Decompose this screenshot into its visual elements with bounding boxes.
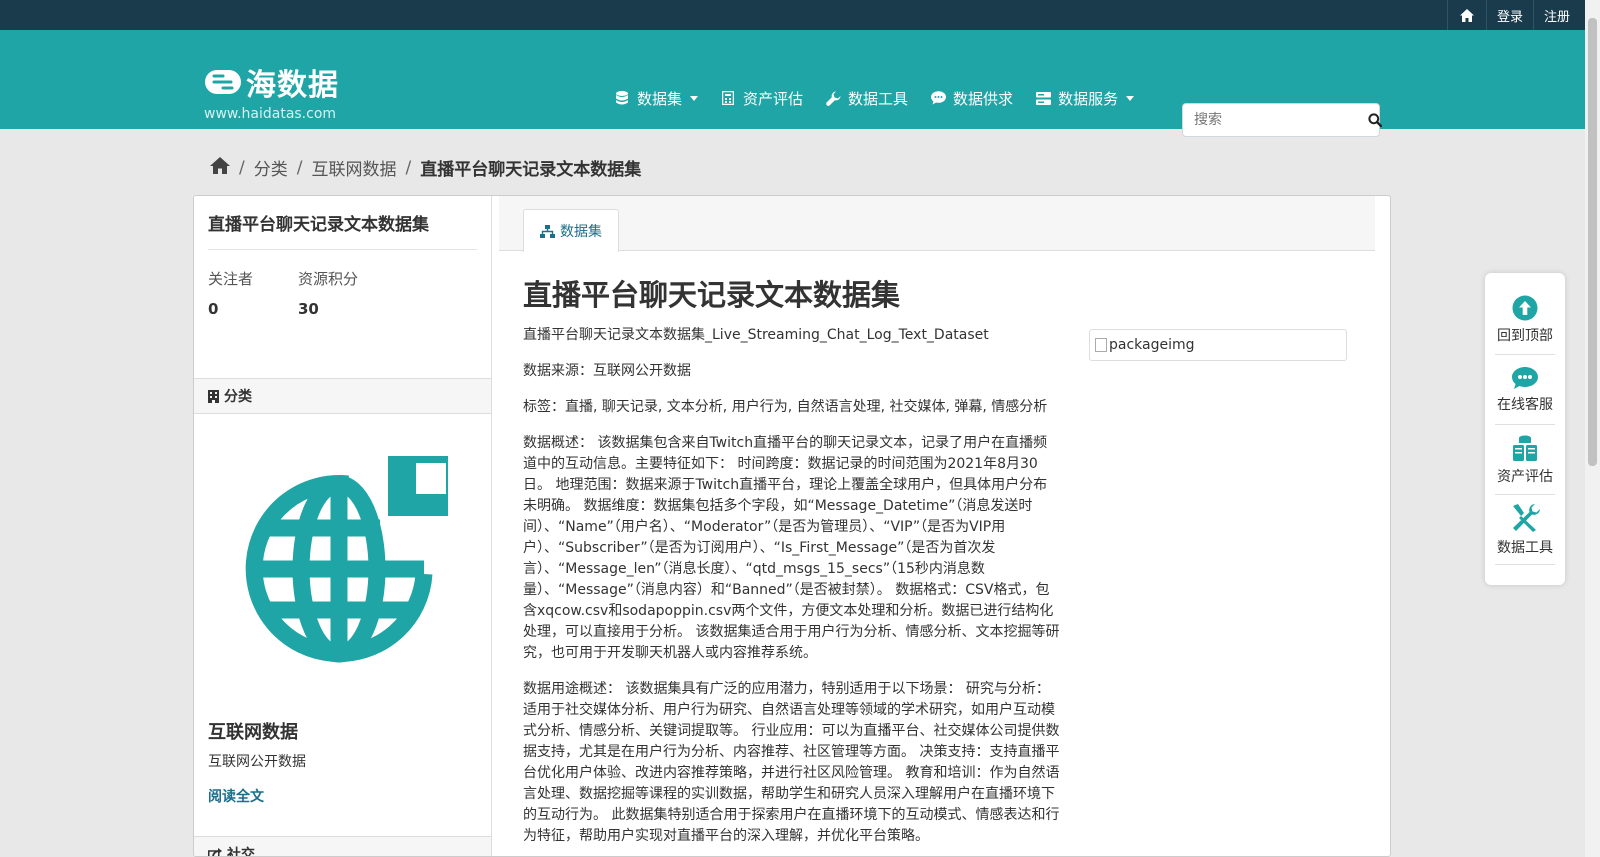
dataset-name-text: 直播平台聊天记录文本数据集_Live_Streaming_Chat_Log_Te… [523,327,989,343]
online-service-label: 在线客服 [1497,396,1553,413]
database-icon [614,90,630,106]
nav-data-services-label: 数据服务 [1058,89,1119,108]
nav-data-tools-label: 数据工具 [848,89,909,108]
category-name: 互联网数据 [208,722,298,743]
search-input[interactable] [1183,105,1368,135]
server-icon [1035,90,1051,106]
dataset-stats: 关注者 0 资源积分 30 [208,250,477,378]
home-link[interactable] [1446,0,1486,30]
logo-text: 海数据 [246,68,339,103]
search-button[interactable] [1368,104,1382,136]
tags-text: 标签：直播, 聊天记录, 文本分析, 用户行为, 自然语言处理, 社交媒体, 弹… [523,399,1048,415]
breadcrumb-internet-data[interactable]: 互联网数据 [311,155,396,180]
tab-bar: 数据集 [499,196,1375,252]
breadcrumb-home[interactable] [210,156,230,179]
broken-image-icon [1095,338,1107,352]
tools-icon [1513,503,1540,532]
arrow-up-circle-icon [1512,295,1538,320]
globe-icon [245,456,452,663]
register-link[interactable]: 注册 [1532,0,1580,30]
category-heading: 分类 [194,378,491,414]
followers-label: 关注者 [208,270,254,288]
account-bar: 登录 注册 [0,0,1600,30]
content-area: 数据集 直播平台聊天记录文本数据集 直播平台聊天记录文本数据集_Live_Str… [499,196,1375,856]
breadcrumb: / 分类 / 互联网数据 / 直播平台聊天记录文本数据集 [210,155,641,180]
masthead: 海数据 www.haidatas.com 数据集 资产评估 数据工具 数据供求 … [0,30,1600,137]
package-image: packageimg [1089,329,1347,361]
dataset-description: 直播平台聊天记录文本数据集_Live_Streaming_Chat_Log_Te… [523,325,1061,856]
nav-data-services[interactable]: 数据服务 [1035,88,1135,109]
followers-stat: 关注者 0 [208,268,298,378]
scrollbar-thumb[interactable] [1588,18,1597,466]
nav-data-supply-demand[interactable]: 数据供求 [930,88,1013,109]
usage-text: 数据用途概述： 该数据集具有广泛的应用潜力，特别适用于以下场景： 研究与分析：适… [523,681,1060,844]
overview-text: 数据概述： 该数据集包含来自Twitch直播平台的聊天记录文本，记录了用户在直播… [523,435,1060,661]
nav-datasets-label: 数据集 [637,89,683,108]
home-icon [1459,8,1474,22]
asset-evaluation-button[interactable]: 资产评估 [1495,425,1555,495]
breadcrumb-separator: / [239,157,245,178]
social-heading: 社交 [194,836,491,857]
nav-data-supply-demand-label: 数据供求 [953,89,1014,108]
data-source-text: 数据来源：互联网公开数据 [523,363,691,379]
chevron-down-icon [1126,95,1135,101]
category-heading-label: 分类 [224,389,252,405]
category-panel: 互联网数据 互联网公开数据 阅读全文 [194,414,491,836]
back-to-top-button[interactable]: 回到顶部 [1495,285,1555,355]
share-icon [208,847,222,856]
floating-toolbar: 回到顶部 在线客服 资产评估 数据工具 [1485,273,1565,585]
chevron-down-icon [690,95,699,101]
home-icon [210,156,230,174]
breadcrumb-separator: / [296,157,303,178]
search-icon [1368,113,1382,127]
sitemap-icon [540,224,555,238]
read-more-link[interactable]: 阅读全文 [208,786,264,806]
breadcrumb-separator: / [405,157,412,178]
data-tools-button[interactable]: 数据工具 [1495,495,1555,565]
search-box [1182,103,1382,137]
social-heading-label: 社交 [227,847,255,857]
nav-asset-evaluation[interactable]: 资产评估 [720,88,803,109]
sidebar: 直播平台聊天记录文本数据集 关注者 0 资源积分 30 分类 互联网数据 互联网… [194,196,492,856]
main-nav: 数据集 资产评估 数据工具 数据供求 数据服务 [614,78,1156,118]
online-service-button[interactable]: 在线客服 [1495,355,1555,425]
nav-data-tools[interactable]: 数据工具 [825,88,908,109]
nav-datasets[interactable]: 数据集 [614,88,699,109]
tab-dataset-label: 数据集 [560,224,602,240]
back-to-top-label: 回到顶部 [1497,327,1553,344]
comment-icon [930,90,946,106]
package-image-alt: packageimg [1109,337,1195,353]
dataset-title: 直播平台聊天记录文本数据集 [523,278,901,312]
breadcrumb-current: 直播平台聊天记录文本数据集 [420,160,642,180]
nav-asset-evaluation-label: 资产评估 [743,89,804,108]
calculator-icon [720,90,736,106]
points-label: 资源积分 [298,270,359,288]
sidebar-title: 直播平台聊天记录文本数据集 [208,196,477,250]
site-logo[interactable]: 海数据 [204,60,339,104]
points-value: 30 [298,300,319,318]
category-description: 互联网公开数据 [208,754,306,770]
site-url: www.haidatas.com [204,106,337,122]
wrench-icon [825,90,841,106]
asset-evaluation-label: 资产评估 [1497,468,1553,485]
dataset-info: 直播平台聊天记录文本数据集 关注者 0 资源积分 30 [194,196,491,378]
page-scrollbar[interactable] [1585,0,1600,857]
breadcrumb-category[interactable]: 分类 [254,155,288,180]
building-icon [208,389,219,403]
account-links: 登录 注册 [1446,0,1580,30]
main-panel: 直播平台聊天记录文本数据集 关注者 0 资源积分 30 分类 互联网数据 互联网… [193,195,1391,857]
clipboard-icon [1513,435,1537,461]
chat-bubble-icon [1512,366,1538,389]
followers-value: 0 [208,300,219,318]
points-stat: 资源积分 30 [298,268,388,378]
login-link[interactable]: 登录 [1485,0,1533,30]
data-tools-label: 数据工具 [1497,539,1553,556]
tab-dataset[interactable]: 数据集 [523,209,619,252]
logo-mark-icon [205,70,241,94]
